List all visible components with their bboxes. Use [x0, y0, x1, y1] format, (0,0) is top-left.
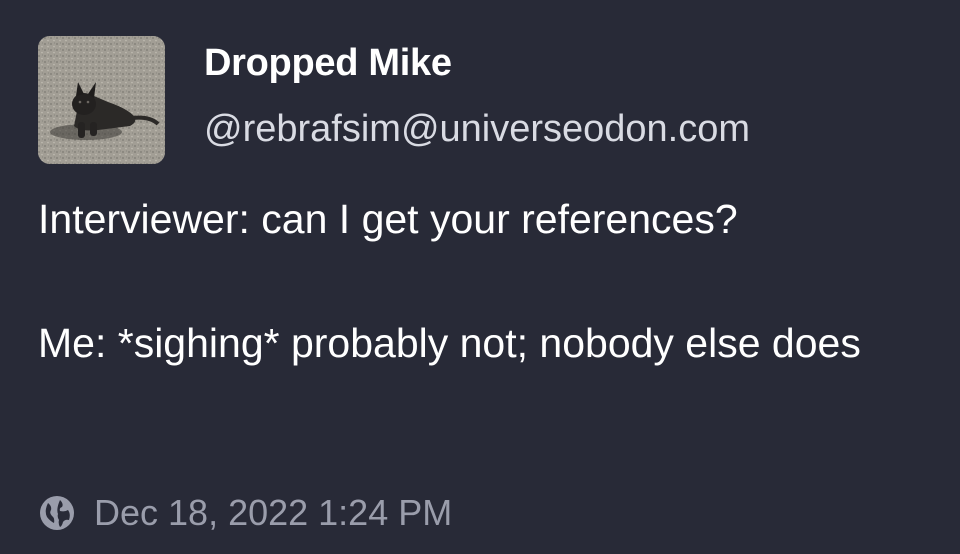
globe-icon: [38, 494, 76, 532]
author-display-name[interactable]: Dropped Mike: [204, 42, 452, 85]
post-timestamp[interactable]: Dec 18, 2022 1:24 PM: [94, 492, 452, 534]
post-card: Dropped Mike @rebrafsim@universeodon.com…: [0, 0, 960, 554]
post-meta: Dec 18, 2022 1:24 PM: [38, 488, 452, 538]
avatar[interactable]: [38, 36, 165, 164]
dog-photo-avatar-icon: [38, 36, 165, 164]
author-handle[interactable]: @rebrafsim@universeodon.com: [204, 108, 750, 151]
post-paragraph: Interviewer: can I get your references?: [38, 196, 738, 242]
post-content: Interviewer: can I get your references? …: [38, 188, 928, 374]
post-paragraph: Me: *sighing* probably not; nobody else …: [38, 320, 861, 366]
